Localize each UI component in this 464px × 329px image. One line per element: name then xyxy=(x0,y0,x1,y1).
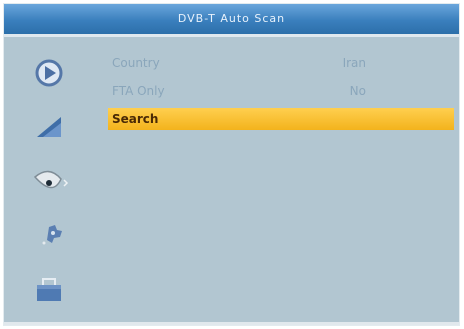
menu-list: Country Iran FTA Only No Search xyxy=(108,52,454,136)
fta-only-value: No xyxy=(349,84,366,98)
sidebar xyxy=(4,37,94,325)
satellite-dish-icon[interactable] xyxy=(29,163,69,199)
play-icon[interactable] xyxy=(29,55,69,91)
menu-item-fta-only[interactable]: FTA Only No xyxy=(108,80,454,102)
settings-puzzle-icon[interactable] xyxy=(29,217,69,253)
signal-icon[interactable] xyxy=(29,109,69,145)
search-label: Search xyxy=(112,112,159,126)
bottom-border xyxy=(4,322,459,325)
folder-icon[interactable] xyxy=(29,273,69,309)
country-value: Iran xyxy=(342,56,366,70)
search-button[interactable]: Search xyxy=(108,108,454,130)
scan-screen: DVB-T Auto Scan Country Iran FTA Only No… xyxy=(3,3,460,326)
menu-item-country[interactable]: Country Iran xyxy=(108,52,454,74)
window-title: DVB-T Auto Scan xyxy=(4,4,459,34)
country-label: Country xyxy=(112,56,160,70)
fta-only-label: FTA Only xyxy=(112,84,165,98)
